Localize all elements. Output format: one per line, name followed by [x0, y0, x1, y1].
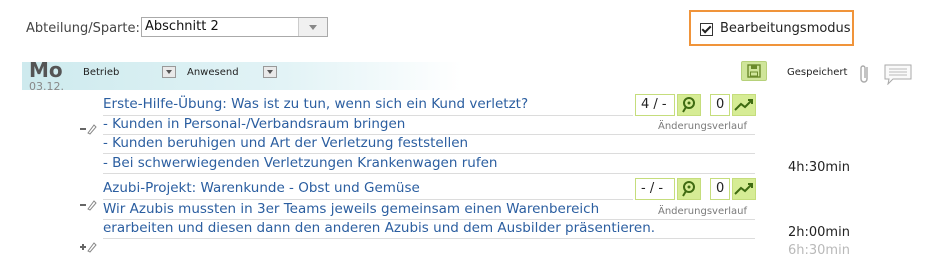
pin-icon	[682, 181, 695, 197]
trend-icon	[734, 99, 753, 111]
checkbox-icon[interactable]	[700, 23, 713, 36]
entry-duration: 2h:00min	[788, 225, 850, 240]
entry-title[interactable]: Azubi-Projekt: Warenkunde - Obst und Gem…	[103, 180, 420, 196]
count-value: 0	[716, 181, 725, 196]
entry-title[interactable]: Erste-Hilfe-Übung: Was ist zu tun, wenn …	[103, 96, 528, 112]
department-select-value: Abschnitt 2	[145, 19, 219, 34]
count-box: 0	[710, 178, 730, 200]
trend-button[interactable]	[732, 94, 756, 116]
count-value: 0	[716, 97, 725, 112]
save-icon	[747, 64, 761, 78]
entry-line[interactable]: - Kunden in Personal-/Verbandsraum bring…	[103, 116, 405, 132]
pin-button[interactable]	[677, 94, 701, 116]
add-line-icon[interactable]	[79, 241, 97, 253]
anwesend-dropdown[interactable]	[263, 66, 277, 78]
edit-line-icon[interactable]	[79, 199, 97, 211]
comment-icon[interactable]	[883, 63, 913, 85]
trend-icon	[734, 183, 753, 195]
attachment-icon[interactable]	[857, 62, 873, 86]
pin-button[interactable]	[677, 178, 701, 200]
save-button[interactable]	[741, 61, 767, 81]
column-anwesend: Anwesend	[187, 67, 239, 78]
score-value: - / -	[641, 181, 664, 196]
entry-line[interactable]: erarbeiten und diesen dann den anderen A…	[103, 220, 655, 236]
trend-button[interactable]	[732, 178, 756, 200]
column-betrieb: Betrieb	[83, 67, 120, 78]
divider	[103, 199, 633, 200]
count-box: 0	[710, 94, 730, 116]
divider	[103, 238, 755, 239]
entry-line[interactable]: - Kunden beruhigen und Art der Verletzun…	[103, 135, 468, 151]
day-name: Mo	[29, 58, 63, 82]
change-history-link[interactable]: Änderungsverlauf	[658, 121, 747, 132]
entry-line[interactable]: Wir Azubis mussten in 3er Teams jeweils …	[103, 201, 599, 217]
score-value: 4 / -	[641, 97, 667, 112]
chevron-down-icon[interactable]	[298, 18, 327, 36]
betrieb-dropdown[interactable]	[162, 66, 176, 78]
score-box[interactable]: - / -	[635, 178, 675, 200]
total-duration: 6h:30min	[788, 243, 850, 258]
divider	[103, 153, 755, 154]
edit-mode-label: Bearbeitungsmodus	[720, 21, 851, 36]
saved-status: Gespeichert	[787, 67, 848, 78]
day-date: 03.12.	[29, 80, 64, 93]
divider	[103, 173, 755, 174]
pin-icon	[682, 97, 695, 113]
entry-line[interactable]: - Bei schwerwiegenden Verletzungen Krank…	[103, 155, 497, 171]
department-label: Abteilung/Sparte:	[26, 21, 140, 36]
score-box[interactable]: 4 / -	[635, 94, 675, 116]
edit-mode-toggle[interactable]: Bearbeitungsmodus	[689, 10, 854, 46]
department-select[interactable]: Abschnitt 2	[141, 17, 328, 37]
edit-line-icon[interactable]	[79, 123, 97, 135]
entry-duration: 4h:30min	[788, 160, 850, 175]
change-history-link[interactable]: Änderungsverlauf	[658, 206, 747, 217]
